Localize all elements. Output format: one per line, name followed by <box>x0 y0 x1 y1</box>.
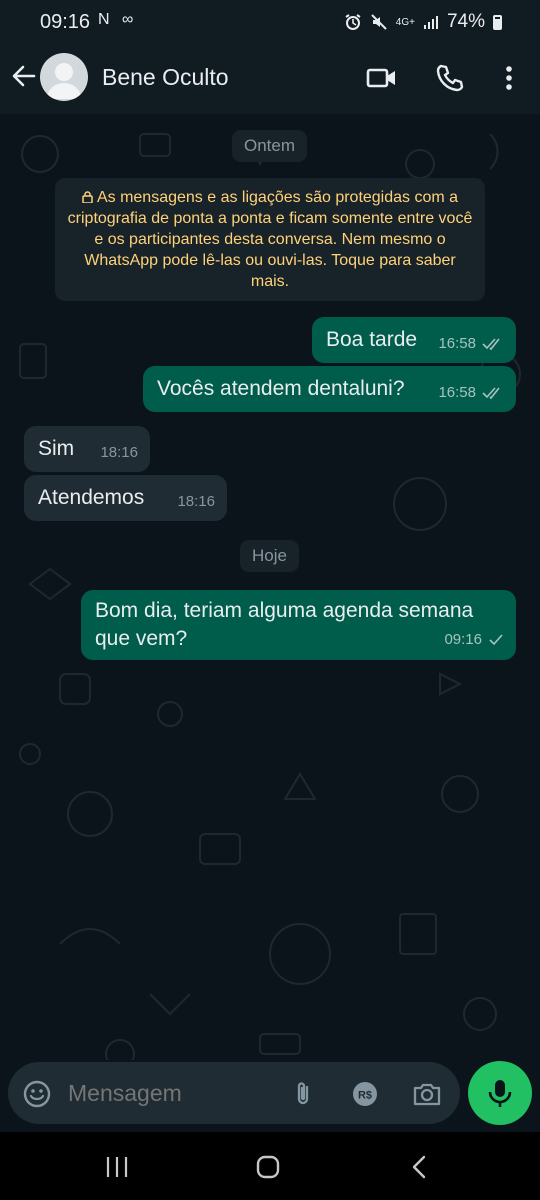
mute-icon <box>371 14 387 30</box>
back-nav-icon[interactable] <box>407 1154 433 1180</box>
mic-icon <box>488 1080 512 1107</box>
message-input-bar: R$ <box>0 1060 540 1132</box>
camera-icon[interactable] <box>412 1079 442 1109</box>
status-time: 09:16 <box>40 11 91 33</box>
emoji-icon[interactable] <box>22 1079 52 1109</box>
voice-call-icon[interactable] <box>434 62 466 94</box>
voice-message-button[interactable] <box>468 1061 532 1125</box>
alarm-icon <box>345 14 361 30</box>
message-text: Atendemos <box>38 486 145 509</box>
encryption-notice[interactable]: As mensagens e as ligações são protegida… <box>55 178 485 301</box>
contact-name[interactable]: Bene Oculto <box>102 64 229 91</box>
lock-icon <box>82 191 93 203</box>
message-bubble-outgoing[interactable]: Boa tarde 16:58 <box>312 317 516 363</box>
video-call-icon[interactable] <box>366 62 398 94</box>
message-time: 09:16 <box>444 631 482 648</box>
date-separator-today: Hoje <box>240 540 299 572</box>
network-type: 4G+ <box>395 16 415 28</box>
double-tick-icon <box>482 337 500 350</box>
recent-apps-icon[interactable] <box>104 1154 130 1180</box>
message-meta: 16:58 <box>438 330 504 357</box>
message-time: 16:58 <box>438 335 476 352</box>
message-meta: 09:16 <box>444 626 504 654</box>
payment-label: R$ <box>358 1090 372 1102</box>
message-time: 18:16 <box>177 493 215 510</box>
system-nav-bar <box>0 1132 540 1200</box>
message-bubble-outgoing[interactable]: Bom dia, teriam alguma agenda semana que… <box>81 590 516 660</box>
message-input-container[interactable]: R$ <box>8 1062 460 1124</box>
status-bar: 09:16 N ∞ 4G+ 74% <box>0 0 540 44</box>
chat-header: Bene Oculto <box>0 44 540 114</box>
message-bubble-incoming[interactable]: Atendemos 18:16 <box>24 475 227 521</box>
status-right-group: 4G+ 74% <box>344 11 502 33</box>
message-bubble-outgoing[interactable]: Vocês atendem dentaluni? 16:58 <box>143 366 516 412</box>
back-arrow-icon[interactable] <box>10 62 38 90</box>
notification-icons: N ∞ <box>98 11 138 28</box>
message-text: Vocês atendem dentaluni? <box>157 377 405 400</box>
single-tick-icon <box>489 634 503 646</box>
message-text: Sim <box>38 437 75 460</box>
message-time: 16:58 <box>438 384 476 401</box>
message-meta: 16:58 <box>438 379 504 406</box>
message-meta: 18:16 <box>177 488 215 515</box>
signal-icon <box>423 16 438 29</box>
battery-percent: 74% <box>446 11 485 32</box>
attach-clip-icon[interactable] <box>288 1079 318 1109</box>
home-icon[interactable] <box>255 1154 281 1180</box>
date-separator-yesterday: Ontem <box>232 130 308 162</box>
encryption-notice-text: As mensagens e as ligações são protegida… <box>67 189 473 290</box>
message-bubble-incoming[interactable]: Sim 18:16 <box>24 426 150 472</box>
message-text: Boa tarde <box>326 328 418 351</box>
message-time: 18:16 <box>100 444 138 461</box>
battery-icon <box>493 14 502 30</box>
avatar[interactable] <box>40 53 88 101</box>
message-input[interactable] <box>68 1080 268 1107</box>
default-avatar-icon <box>46 63 82 99</box>
chat-area[interactable]: Ontem As mensagens e as ligações são pro… <box>0 114 540 1060</box>
double-tick-icon <box>482 386 500 399</box>
more-options-icon[interactable] <box>493 62 525 94</box>
payment-icon[interactable]: R$ <box>350 1079 380 1109</box>
message-meta: 18:16 <box>100 439 138 466</box>
